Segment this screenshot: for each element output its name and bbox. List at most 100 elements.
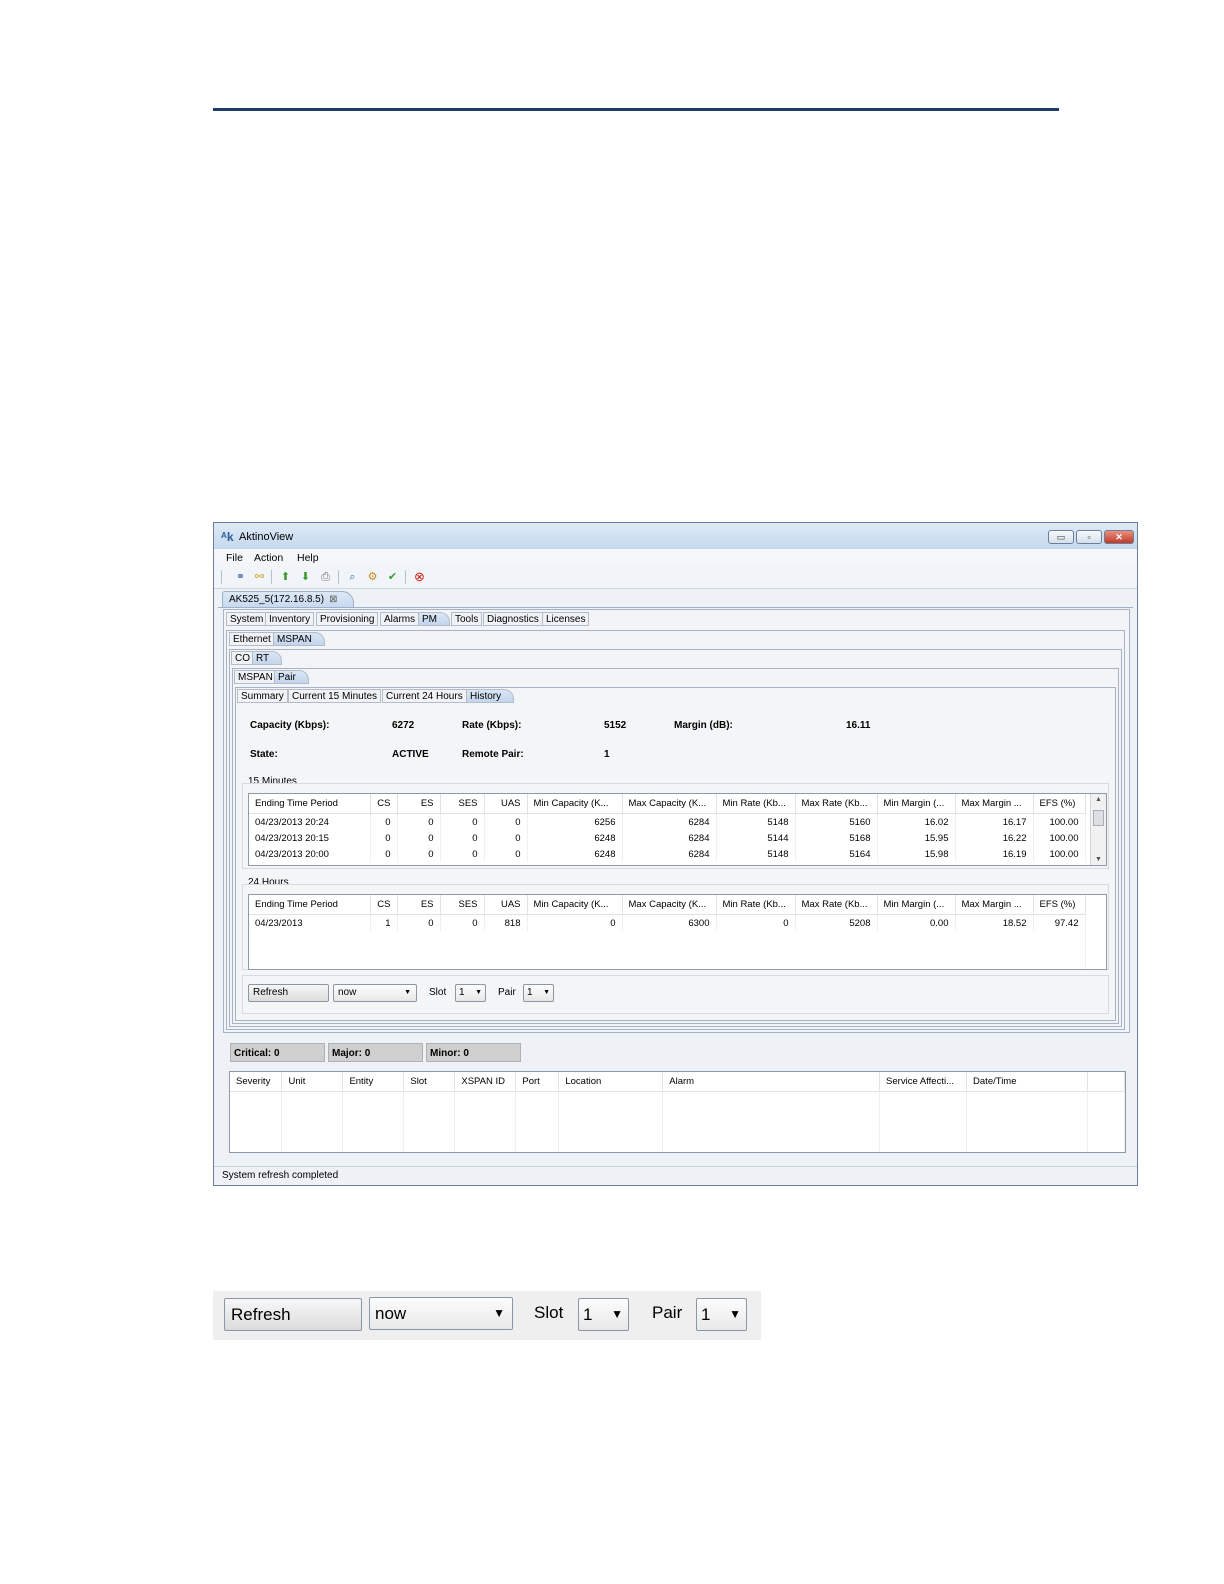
fifteen-minutes-grid: Ending Time Period CS ES SES UAS Min Cap… bbox=[249, 794, 1086, 862]
toolbar-separator bbox=[221, 570, 222, 584]
col-max-rate[interactable]: Max Rate (Kb... bbox=[795, 895, 878, 915]
col-port[interactable]: Port bbox=[515, 1072, 560, 1092]
find-icon[interactable]: ⌕ bbox=[345, 570, 360, 584]
main-tab-panel: System Inventory Provisioning Alarms PM … bbox=[223, 609, 1130, 1033]
scroll-up-icon[interactable]: ▲ bbox=[1091, 796, 1106, 803]
menu-action[interactable]: Action bbox=[254, 552, 283, 564]
connect-icon[interactable]: ⚭ bbox=[233, 570, 248, 584]
download-icon[interactable]: ⬇ bbox=[298, 570, 313, 584]
disconnect-icon[interactable]: ⚯ bbox=[252, 570, 267, 584]
col-severity[interactable]: Severity bbox=[230, 1072, 283, 1092]
col-ses[interactable]: SES bbox=[440, 794, 485, 814]
tab-pair[interactable]: Pair bbox=[274, 670, 309, 684]
pair-select[interactable]: 1 ▼ bbox=[523, 984, 554, 1002]
tab-alarms[interactable]: Alarms bbox=[380, 612, 420, 626]
tab-system[interactable]: System bbox=[226, 612, 268, 626]
cell: 818 bbox=[484, 914, 528, 931]
table-row[interactable]: 04/23/2013 20:24 0 0 0 0 6256 6284 5148 bbox=[249, 813, 1086, 830]
tab-history[interactable]: History bbox=[466, 689, 515, 703]
tab-mspan[interactable]: MSPAN bbox=[273, 632, 325, 646]
zoom-refresh-button[interactable]: Refresh bbox=[224, 1298, 362, 1331]
tab-licenses[interactable]: Licenses bbox=[542, 612, 590, 626]
tab-ethernet[interactable]: Ethernet bbox=[229, 632, 275, 646]
col-max-margin[interactable]: Max Margin ... bbox=[955, 895, 1034, 915]
cell: 16.17 bbox=[955, 813, 1034, 830]
session-close-icon[interactable]: ⊠ bbox=[329, 594, 337, 605]
col-min-capacity[interactable]: Min Capacity (K... bbox=[527, 895, 623, 915]
col-ending-time-period[interactable]: Ending Time Period bbox=[249, 895, 371, 915]
table-row[interactable]: 04/23/2013 20:15 0 0 0 0 6248 6284 5144 bbox=[249, 830, 1086, 846]
settings-icon[interactable]: ⚙ bbox=[365, 570, 380, 584]
menu-file[interactable]: File bbox=[226, 552, 243, 564]
stop-icon[interactable]: ⊗ bbox=[412, 570, 427, 584]
tab-rt[interactable]: RT bbox=[252, 651, 283, 665]
zoom-time-select-value: now bbox=[375, 1304, 407, 1323]
col-max-rate[interactable]: Max Rate (Kb... bbox=[795, 794, 878, 814]
col-cs[interactable]: CS bbox=[370, 794, 398, 814]
col-uas[interactable]: UAS bbox=[484, 794, 528, 814]
col-unit[interactable]: Unit bbox=[281, 1072, 344, 1092]
upload-icon[interactable]: ⬆ bbox=[278, 570, 293, 584]
table-row[interactable]: 04/23/2013 20:00 0 0 0 0 6248 6284 5148 bbox=[249, 846, 1086, 862]
col-slot[interactable]: Slot bbox=[403, 1072, 456, 1092]
tab-co[interactable]: CO bbox=[231, 651, 254, 665]
col-min-margin[interactable]: Min Margin (... bbox=[877, 895, 956, 915]
tab-inventory[interactable]: Inventory bbox=[265, 612, 315, 626]
cell: 0 bbox=[440, 813, 485, 830]
tab-tools[interactable]: Tools bbox=[451, 612, 483, 626]
table-row[interactable]: 04/23/2013 1 0 0 818 0 6300 0 5208 0.00 … bbox=[249, 914, 1086, 931]
col-uas[interactable]: UAS bbox=[484, 895, 528, 915]
tab-mspan-sub[interactable]: MSPAN bbox=[234, 670, 277, 684]
col-min-margin[interactable]: Min Margin (... bbox=[877, 794, 956, 814]
zoom-time-select[interactable]: now ▼ bbox=[369, 1297, 513, 1330]
col-min-capacity[interactable]: Min Capacity (K... bbox=[527, 794, 623, 814]
scroll-thumb[interactable] bbox=[1093, 810, 1104, 826]
menu-help[interactable]: Help bbox=[297, 552, 319, 564]
col-min-rate[interactable]: Min Rate (Kb... bbox=[716, 895, 796, 915]
maximize-button[interactable]: ▫ bbox=[1076, 530, 1102, 544]
cell: 6284 bbox=[622, 830, 717, 846]
col-max-capacity[interactable]: Max Capacity (K... bbox=[622, 794, 717, 814]
cell: 5168 bbox=[795, 830, 878, 846]
col-es[interactable]: ES bbox=[397, 794, 441, 814]
col-ses[interactable]: SES bbox=[440, 895, 485, 915]
tab-summary[interactable]: Summary bbox=[237, 689, 288, 703]
col-efs[interactable]: EFS (%) bbox=[1033, 794, 1086, 814]
col-efs[interactable]: EFS (%) bbox=[1033, 895, 1086, 915]
slot-select[interactable]: 1 ▼ bbox=[455, 984, 486, 1002]
col-min-rate[interactable]: Min Rate (Kb... bbox=[716, 794, 796, 814]
scroll-down-icon[interactable]: ▼ bbox=[1091, 856, 1106, 863]
session-tab[interactable]: AK525_5(172.16.8.5) ⊠ bbox=[222, 591, 355, 607]
print-icon[interactable]: ⎙ bbox=[318, 570, 333, 584]
side-tab-panel: CO RT MSPAN Pair Summary Current 15 Minu… bbox=[229, 649, 1122, 1027]
col-filler bbox=[1087, 1072, 1125, 1092]
close-button[interactable]: ✕ bbox=[1104, 530, 1134, 544]
col-max-margin[interactable]: Max Margin ... bbox=[955, 794, 1034, 814]
time-select[interactable]: now ▼ bbox=[333, 984, 417, 1002]
col-service-affecting[interactable]: Service Affecti... bbox=[879, 1072, 968, 1092]
tab-diagnostics[interactable]: Diagnostics bbox=[483, 612, 543, 626]
cell: 0 bbox=[440, 830, 485, 846]
refresh-button[interactable]: Refresh bbox=[248, 984, 329, 1002]
cell: 0 bbox=[484, 830, 528, 846]
col-cs[interactable]: CS bbox=[370, 895, 398, 915]
tab-pm[interactable]: PM bbox=[418, 612, 450, 626]
col-date-time[interactable]: Date/Time bbox=[966, 1072, 1088, 1092]
zoom-slot-select[interactable]: 1 ▼ bbox=[578, 1298, 629, 1331]
col-max-capacity[interactable]: Max Capacity (K... bbox=[622, 895, 717, 915]
col-xspan-id[interactable]: XSPAN ID bbox=[454, 1072, 517, 1092]
col-location[interactable]: Location bbox=[558, 1072, 664, 1092]
tab-current-24-hours[interactable]: Current 24 Hours bbox=[382, 689, 467, 703]
col-alarm[interactable]: Alarm bbox=[662, 1072, 881, 1092]
col-es[interactable]: ES bbox=[397, 895, 441, 915]
check-icon[interactable]: ✔ bbox=[385, 570, 400, 584]
tab-current-15-minutes[interactable]: Current 15 Minutes bbox=[288, 689, 382, 703]
view-tab-panel: Summary Current 15 Minutes Current 24 Ho… bbox=[235, 687, 1116, 1021]
cell: 6248 bbox=[527, 830, 623, 846]
fifteen-minutes-scrollbar[interactable]: ▲ ▼ bbox=[1090, 794, 1106, 865]
col-entity[interactable]: Entity bbox=[342, 1072, 405, 1092]
col-ending-time-period[interactable]: Ending Time Period bbox=[249, 794, 371, 814]
minimize-button[interactable]: ▭ bbox=[1048, 530, 1074, 544]
tab-provisioning[interactable]: Provisioning bbox=[316, 612, 379, 626]
zoom-pair-select[interactable]: 1 ▼ bbox=[696, 1298, 747, 1331]
